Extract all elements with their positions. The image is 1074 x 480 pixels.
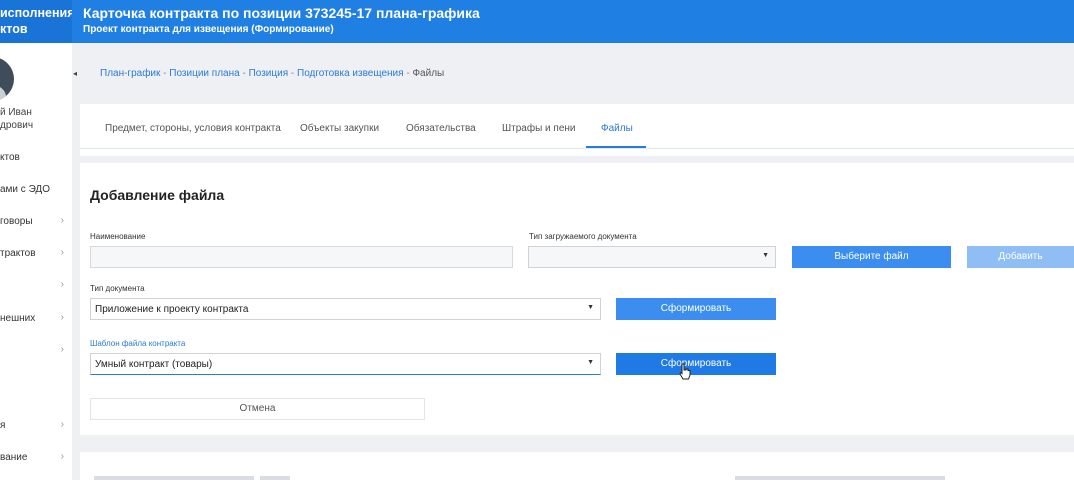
sidebar-item-label: нешних (0, 313, 36, 324)
sidebar-item-9[interactable]: вание › (0, 449, 72, 467)
page-header: Карточка контракта по позиции 373245-17 … (72, 0, 1074, 43)
chevron-right-icon: › (60, 312, 64, 323)
app-logo-area: исполнения ктов (0, 0, 72, 43)
form-heading: Добавление файла (90, 187, 225, 203)
upload-type-label: Тип загружаемого документа (529, 232, 637, 241)
sidebar-item-contracts-2[interactable]: трактов › (0, 245, 72, 263)
tab-files[interactable]: Файлы (601, 123, 633, 134)
tab-penalties[interactable]: Штрафы и пени (502, 123, 576, 134)
breadcrumb: План-график - Позиции плана - Позиция - … (100, 68, 444, 79)
tab-obligations[interactable]: Обязательства (406, 123, 476, 134)
breadcrumb-item-plan[interactable]: План-график (100, 68, 160, 79)
chevron-right-icon: › (60, 279, 64, 290)
sidebar: й Иван дрович ктов ами с ЭДО говоры › тр… (0, 43, 72, 480)
generate-button-template[interactable]: Сформировать (616, 353, 776, 375)
user-patronymic: дрович (0, 120, 34, 131)
chevron-down-icon: ▼ (587, 359, 594, 366)
tabs-divider (80, 148, 1074, 149)
name-input[interactable] (90, 246, 513, 268)
sidebar-item-8[interactable]: я › (0, 417, 72, 435)
breadcrumb-item-notice[interactable]: Подготовка извещения (297, 68, 404, 79)
chevron-down-icon: ▼ (587, 304, 594, 311)
sidebar-item-label: говоры (0, 216, 33, 227)
sidebar-item-label: трактов (0, 248, 36, 259)
breadcrumb-item-positions[interactable]: Позиции плана (169, 68, 239, 79)
app-name-line1: исполнения (0, 6, 72, 20)
sidebar-item-5[interactable]: › (0, 277, 72, 295)
tabs-bar: Предмет, стороны, условия контракта Объе… (80, 104, 1074, 156)
add-file-form: Добавление файла Наименование Тип загруж… (80, 163, 1074, 435)
doc-type-label: Тип документа (90, 284, 145, 293)
add-button[interactable]: Добавить (967, 246, 1074, 268)
name-label: Наименование (90, 232, 146, 241)
page-subtitle: Проект контракта для извещения (Формиров… (83, 24, 334, 35)
avatar[interactable] (0, 57, 14, 101)
chevron-right-icon: › (60, 451, 64, 462)
breadcrumb-separator: - (239, 68, 249, 79)
files-list-card (80, 452, 1074, 480)
collapse-sidebar-icon[interactable]: ◂ (71, 66, 79, 82)
cancel-button[interactable]: Отмена (90, 398, 425, 420)
template-label: Шаблон файла контракта (90, 339, 186, 348)
avatar-body-shape (0, 85, 6, 101)
cut-off-text (94, 476, 254, 480)
template-value: Умный контракт (товары) (95, 359, 213, 370)
upload-type-select[interactable]: ▼ (528, 246, 776, 268)
template-select[interactable]: Умный контракт (товары) ▼ (90, 353, 601, 375)
cut-off-text (735, 476, 945, 480)
doc-type-value: Приложение к проекту контракта (95, 304, 249, 315)
sidebar-item-label: вание (0, 452, 28, 463)
mouse-pointer-icon (679, 363, 691, 380)
doc-type-select[interactable]: Приложение к проекту контракта ▼ (90, 298, 601, 320)
chevron-right-icon: › (60, 247, 64, 258)
tab-objects[interactable]: Объекты закупки (300, 123, 379, 134)
breadcrumb-separator: - (288, 68, 298, 79)
chevron-down-icon: ▼ (762, 252, 769, 259)
sidebar-item-external[interactable]: нешних › (0, 310, 72, 328)
choose-file-button[interactable]: Выберите файл (792, 246, 951, 268)
sidebar-item-label: я (0, 420, 6, 431)
cut-off-text (260, 476, 290, 480)
breadcrumb-current: Файлы (412, 68, 445, 79)
breadcrumb-separator: - (160, 68, 170, 79)
generate-button-doc-type[interactable]: Сформировать (616, 298, 776, 320)
breadcrumb-item-position[interactable]: Позиция (249, 68, 289, 79)
sidebar-item-contracts[interactable]: ктов (0, 149, 72, 167)
sidebar-item-label: ами с ЭДО (0, 184, 50, 195)
chevron-right-icon: › (60, 419, 64, 430)
page-title: Карточка контракта по позиции 373245-17 … (83, 5, 480, 21)
user-name: й Иван (0, 107, 32, 118)
tab-subject[interactable]: Предмет, стороны, условия контракта (105, 123, 281, 134)
sidebar-item-edo[interactable]: ами с ЭДО (0, 181, 72, 199)
active-tab-indicator (586, 146, 646, 148)
chevron-right-icon: › (60, 344, 64, 355)
sidebar-item-7[interactable]: › (0, 342, 72, 360)
chevron-right-icon: › (60, 215, 64, 226)
sidebar-item-agreements[interactable]: говоры › (0, 213, 72, 231)
sidebar-item-label: ктов (0, 152, 20, 163)
app-name-line2: ктов (0, 22, 28, 36)
